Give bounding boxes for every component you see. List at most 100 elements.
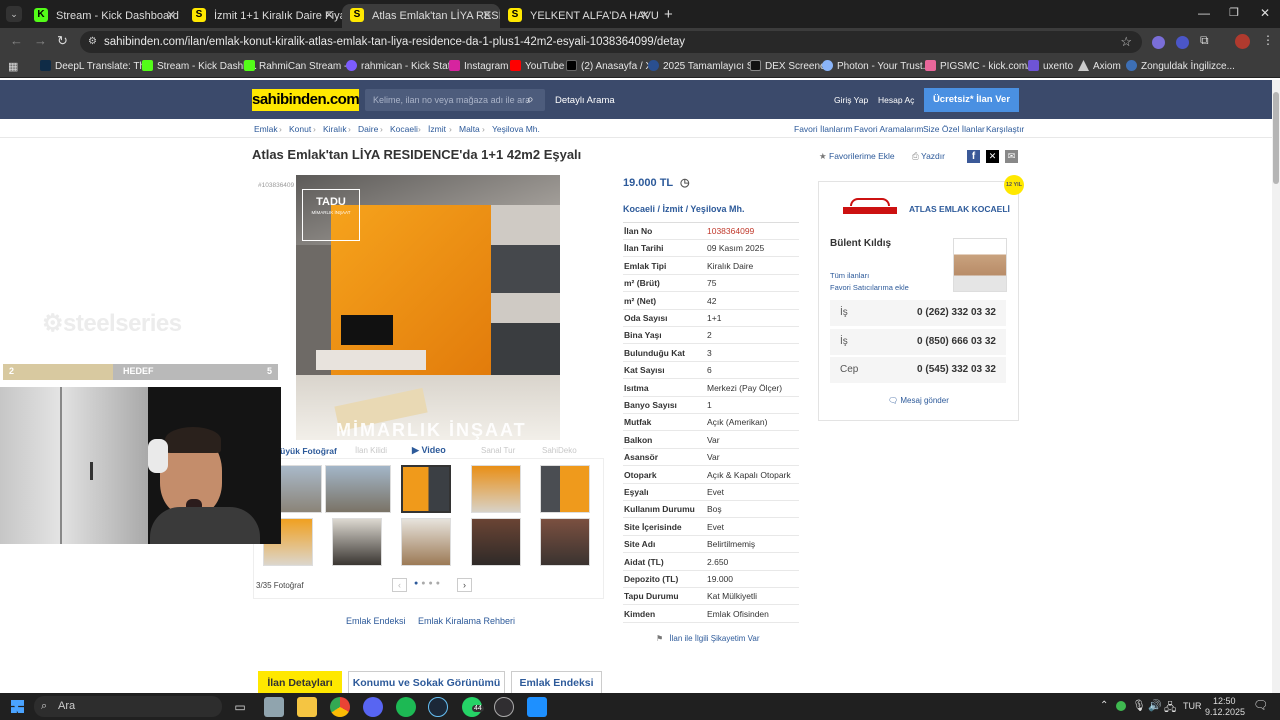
bookmark-pigsmc[interactable]: PIGSMC - kick.com/... [925,56,1038,78]
bookmark-axiom[interactable]: Axiom [1078,56,1121,78]
location-city[interactable]: Kocaeli [623,204,655,214]
close-icon[interactable]: ✕ [324,5,334,25]
extensions-puzzle-icon[interactable]: ⧉ [1200,33,1209,48]
sahibinden-logo[interactable]: sahibinden.com [252,89,360,111]
bookmark-rahmican-stream[interactable]: RahmiCan Stream -... [244,56,356,78]
tab-yelkent-alfa[interactable]: S YELKENT ALFA'DA HAVUZ VE D ✕ [500,4,658,28]
bookmark-x[interactable]: (2) Anasayfa / X [566,56,652,78]
tab-listing-details[interactable]: İlan Detayları [258,671,342,695]
back-icon[interactable]: ← [10,33,23,48]
network-icon[interactable]: 🖧 [1164,699,1176,718]
tab-search-icon[interactable]: ⌄ [6,6,22,22]
print-button[interactable]: ⎙ Yazdır [912,151,945,162]
breadcrumb-item[interactable]: Malta [459,120,480,138]
login-link[interactable]: Giriş Yap [834,95,868,105]
site-info-icon[interactable]: ⚙ [88,31,97,53]
minimize-icon[interactable]: — [1198,6,1210,20]
obs-icon[interactable] [494,697,514,717]
tab-kick-dashboard[interactable]: K Stream - Kick Dashboard ✕ [26,4,184,28]
favorite-searches-link[interactable]: Favori Aramalarım [854,120,923,138]
file-explorer-icon[interactable] [264,697,284,717]
notification-icon[interactable]: 🗨 [1253,698,1268,712]
favorite-add-button[interactable]: ★ Favorilerime Ekle [819,151,895,162]
video-tab[interactable]: ▶ Video [412,445,446,456]
spotify-icon[interactable] [396,697,416,717]
listing-lock-tab[interactable]: İlan Kilidi [355,446,387,455]
apps-grid-icon[interactable]: ▦ [8,60,18,73]
page-scrollbar[interactable] [1272,80,1280,693]
bookmark-kick-dashboard[interactable]: Stream - Kick Dashb... [142,56,257,78]
tab-emlak-endeksi[interactable]: Emlak Endeksi [511,671,602,695]
tab-location-street-view[interactable]: Konumu ve Sokak Görünümü [348,671,505,695]
breadcrumb-item[interactable]: Kiralık [323,120,347,138]
bookmark-kick-stats[interactable]: rahmican - Kick Stat... [346,56,459,78]
phone-number[interactable]: 0 (545) 332 03 32 [917,357,996,383]
agency-logo[interactable] [841,196,899,220]
detailed-search-link[interactable]: Detaylı Arama [555,95,615,106]
compare-link[interactable]: Karşılaştır [986,120,1024,138]
restore-icon[interactable]: ❐ [1229,6,1239,19]
taskbar-search[interactable]: ⌕ Ara [34,696,222,717]
bookmark-tamamlayici[interactable]: 2025 Tamamlayıcı S... [648,56,762,78]
phone-row[interactable]: Cep 0 (545) 332 03 32 [830,357,1006,383]
extension-icon[interactable] [1152,36,1165,49]
breadcrumb-item[interactable]: Daire [358,120,378,138]
breadcrumb-item[interactable]: Yeşilova Mh. [492,120,540,138]
menu-icon[interactable]: ⋮ [1262,33,1274,47]
post-ad-button[interactable]: Ücretsiz* İlan Ver [924,88,1019,112]
close-icon[interactable]: ✕ [166,5,176,25]
favorite-listings-link[interactable]: Favori İlanlarım [794,120,853,138]
location-neighborhood[interactable]: Yeşilova Mh. [690,204,744,214]
window-close-icon[interactable]: ✕ [1260,6,1270,20]
main-photo[interactable]: TADU MİMARLIK İNŞAAT MİMARLIK İNŞAAT [296,175,560,440]
tray-icon[interactable] [1116,701,1126,711]
profile-avatar[interactable] [1235,34,1250,49]
register-link[interactable]: Hesap Aç [878,95,914,105]
bookmark-zonguldak[interactable]: Zonguldak İngilizce... [1126,56,1235,78]
bookmark-deepl[interactable]: DeepL Translate: Th... [40,56,153,78]
bookmark-photon[interactable]: Photon - Your Trust... [822,56,931,78]
phone-row[interactable]: İş 0 (850) 666 03 32 [830,328,1006,355]
tab-atlas-emlak[interactable]: S Atlas Emlak'tan LİYA RESİDENCE ✕ [342,4,500,28]
phone-row[interactable]: İş 0 (262) 332 03 32 [830,300,1006,326]
forward-icon[interactable]: → [34,33,47,48]
big-photo-tab[interactable]: Büyük Fotoğraf [274,446,337,456]
sahideko-tab[interactable]: SahiDeko [542,446,577,455]
favorite-seller-link[interactable]: Favori Satıcılarıma ekle [830,283,909,292]
send-message-link[interactable]: 🗨 Mesaj gönder [888,396,949,405]
all-ads-link[interactable]: Tüm ilanları [830,271,869,280]
phone-number[interactable]: 0 (850) 666 03 32 [917,329,996,355]
folder-icon[interactable] [297,697,317,717]
scrollbar-thumb[interactable] [1273,92,1279,184]
language-indicator[interactable]: TUR [1183,701,1202,711]
search-icon[interactable]: ⌕ [527,92,534,107]
facebook-icon[interactable]: f [967,150,980,163]
price-history-icon[interactable]: ◷ [680,177,690,189]
microphone-icon[interactable]: 🎙 [1132,699,1146,712]
agency-name[interactable]: ATLAS EMLAK KOCAELİ [909,204,1010,214]
complaint-link[interactable]: ⚑ İlan ile İlgili Şikayetim Var [656,634,760,643]
rental-guide-link[interactable]: Emlak Kiralama Rehberi [418,616,515,626]
discord-icon[interactable] [363,697,383,717]
bookmark-dex-screener[interactable]: DEX Screener [750,56,829,78]
email-share-icon[interactable]: ✉ [1005,150,1018,163]
start-icon[interactable] [11,700,24,713]
volume-icon[interactable]: 🔊 [1148,699,1162,712]
bookmark-uxento[interactable]: uxento [1028,56,1073,78]
bookmark-star-icon[interactable]: ☆ [1120,31,1132,53]
breadcrumb-item[interactable]: Emlak [254,120,278,138]
steam-icon[interactable] [428,697,448,717]
search-input[interactable]: Kelime, ilan no veya mağaza adı ile ara [365,89,545,111]
close-icon[interactable]: ✕ [482,5,492,25]
clock-time[interactable]: 12:50 [1213,696,1236,706]
breadcrumb-item[interactable]: Kocaeli [390,120,418,138]
tab-izmit-kiralik[interactable]: S İzmit 1+1 Kiralık Daire Fiyatları ✕ [184,4,342,28]
x-share-icon[interactable]: ✕ [986,150,999,163]
breadcrumb-item[interactable]: İzmit [428,120,446,138]
task-view-icon[interactable]: ▭ [230,697,250,717]
chrome-icon[interactable] [330,697,350,717]
special-listings-link[interactable]: Size Özel İlanlar [923,120,985,138]
new-tab-icon[interactable]: + [664,6,673,23]
bookmark-instagram[interactable]: Instagram [449,56,508,78]
virtual-tour-tab[interactable]: Sanal Tur [481,446,515,455]
